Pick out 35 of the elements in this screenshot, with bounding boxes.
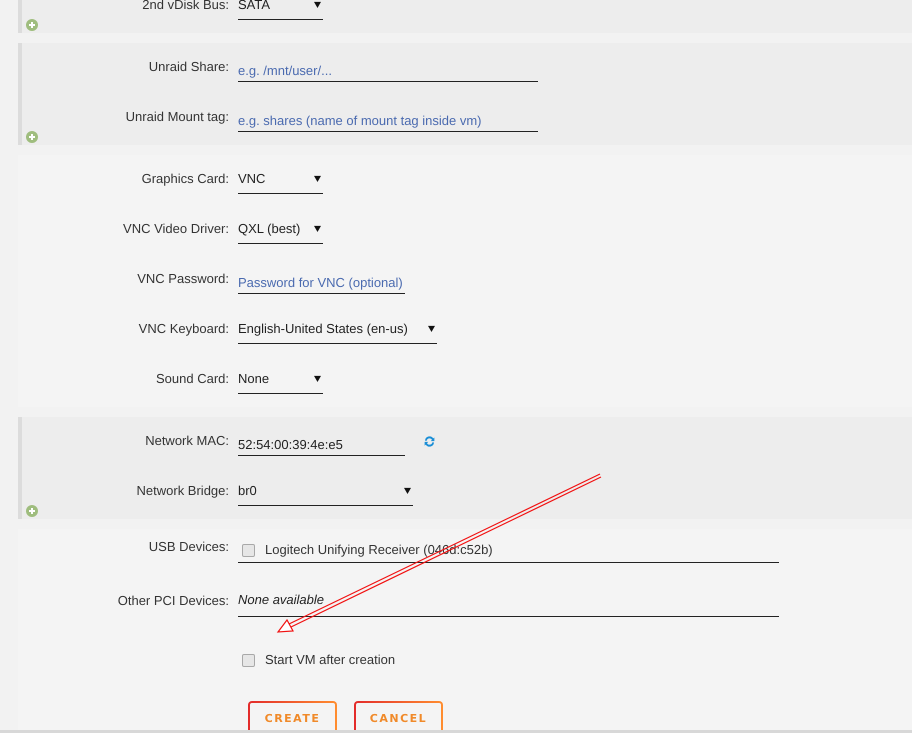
input-field[interactable]: e.g. /mnt/user/...	[238, 45, 538, 82]
caret-icon	[314, 1, 321, 8]
checkbox-label: Start VM after creation	[265, 652, 396, 668]
expand-icon[interactable]	[26, 19, 38, 31]
dropdown[interactable]: English-United States (en-us)	[238, 307, 437, 344]
caret-icon	[404, 487, 411, 494]
expand-icon[interactable]	[26, 505, 38, 517]
dropdown[interactable]: QXL (best)	[238, 207, 323, 244]
field-label: VNC Password:	[136, 270, 230, 287]
refresh-icon[interactable]	[423, 435, 436, 448]
field-label: Graphics Card:	[140, 170, 230, 187]
field-label: USB Devices:	[148, 538, 230, 555]
field-label: Network Bridge:	[136, 482, 230, 499]
expand-icon[interactable]	[26, 131, 38, 143]
dropdown[interactable]: br0	[238, 469, 413, 506]
input-field[interactable]: e.g. shares (name of mount tag inside vm)	[238, 95, 538, 132]
caret-icon	[314, 175, 321, 182]
field-label: Unraid Share:	[148, 58, 230, 75]
field-label: Sound Card:	[155, 370, 230, 387]
dropdown[interactable]: SATA	[238, 0, 323, 20]
field-label: VNC Video Driver:	[122, 220, 230, 237]
field-label: Other PCI Devices:	[116, 592, 230, 609]
field-label: VNC Keyboard:	[138, 320, 230, 337]
input-field[interactable]: Password for VNC (optional)	[238, 257, 405, 294]
caret-icon	[314, 225, 321, 232]
dropdown[interactable]: VNC	[238, 157, 323, 194]
checkbox[interactable]	[242, 654, 255, 666]
checkbox[interactable]	[242, 544, 255, 556]
caret-icon	[314, 375, 321, 382]
field-label: Unraid Mount tag:	[124, 108, 230, 125]
dropdown[interactable]: None	[238, 357, 323, 394]
note-text: None available	[238, 592, 324, 609]
caret-icon	[428, 325, 435, 332]
field-label: Network MAC:	[144, 432, 230, 449]
input-field[interactable]: 52:54:00:39:4e:e5	[238, 419, 405, 456]
